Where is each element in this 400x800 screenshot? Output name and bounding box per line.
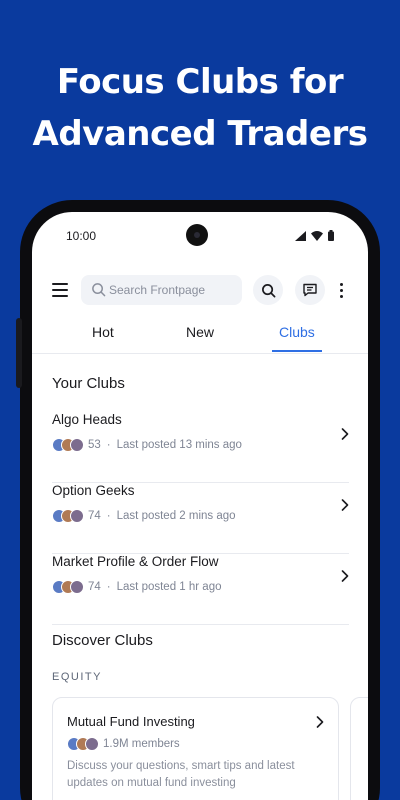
headline-line-1: Focus Clubs for [56, 62, 344, 102]
club-card[interactable]: Mutual Fund Investing 1.9M members Discu… [52, 697, 339, 800]
avatar [85, 737, 99, 751]
member-avatars [52, 438, 86, 452]
card-title: Mutual Fund Investing [67, 714, 195, 729]
club-meta: 74 · Last posted 2 mins ago [52, 508, 236, 524]
member-avatars [67, 737, 101, 751]
chevron-right-icon [341, 570, 349, 582]
status-bar: 10:00 [32, 212, 368, 260]
search-button[interactable] [253, 275, 283, 305]
card-members: 1.9M members [67, 737, 180, 751]
wifi-icon [311, 230, 323, 241]
discover-clubs-heading: Discover Clubs [52, 632, 153, 649]
search-icon [261, 283, 275, 297]
signal-icon [295, 230, 306, 241]
phone-screen: 10:00 Hot New Clubs Your Clubs [32, 212, 368, 800]
last-posted: Last posted 1 hr ago [116, 581, 222, 593]
member-count: 53 [88, 439, 101, 451]
avatar [70, 438, 84, 452]
search-bar[interactable] [81, 275, 242, 305]
club-row[interactable]: Option Geeks 74 · Last posted 2 mins ago [52, 483, 349, 554]
member-count: 74 [88, 510, 101, 522]
club-row[interactable]: Algo Heads 53 · Last posted 13 mins ago [52, 412, 349, 483]
top-app-bar [32, 274, 368, 306]
club-name: Option Geeks [52, 483, 135, 498]
kebab-icon[interactable] [338, 282, 346, 300]
club-card-next[interactable] [350, 697, 368, 800]
tab-clubs[interactable]: Clubs [279, 324, 315, 340]
promo-headline: Focus Clubs for Advanced Traders [0, 56, 400, 160]
search-input[interactable] [109, 275, 237, 305]
chat-icon [303, 283, 317, 297]
last-posted: Last posted 13 mins ago [116, 439, 242, 451]
member-count: 1.9M members [103, 738, 180, 750]
member-count: 74 [88, 581, 101, 593]
headline-line-2: Advanced Traders [32, 114, 368, 154]
club-meta: 74 · Last posted 1 hr ago [52, 579, 222, 595]
battery-icon [328, 230, 334, 241]
tab-bar: Hot New Clubs [32, 316, 368, 354]
your-clubs-heading: Your Clubs [52, 375, 125, 392]
club-row[interactable]: Market Profile & Order Flow 74 · Last po… [52, 554, 349, 625]
avatar [70, 509, 84, 523]
avatar [70, 580, 84, 594]
member-avatars [52, 580, 86, 594]
status-icons [295, 230, 334, 241]
status-time: 10:00 [66, 229, 97, 243]
club-name: Algo Heads [52, 412, 122, 427]
club-meta: 53 · Last posted 13 mins ago [52, 437, 242, 453]
chat-button[interactable] [295, 275, 325, 305]
tab-hot[interactable]: Hot [92, 324, 114, 340]
category-label: EQUITY [52, 671, 102, 683]
hamburger-icon[interactable] [52, 283, 68, 297]
club-name: Market Profile & Order Flow [52, 554, 219, 569]
last-posted: Last posted 2 mins ago [116, 510, 236, 522]
chevron-right-icon [341, 428, 349, 440]
active-tab-indicator [272, 350, 322, 352]
tab-new[interactable]: New [186, 324, 214, 340]
chevron-right-icon [316, 716, 324, 728]
search-icon [92, 283, 106, 297]
chevron-right-icon [341, 499, 349, 511]
meta-separator: · [106, 581, 111, 593]
card-description: Discuss your questions, smart tips and l… [67, 760, 295, 789]
front-camera [186, 224, 208, 246]
meta-separator: · [106, 510, 111, 522]
meta-separator: · [106, 439, 111, 451]
member-avatars [52, 509, 86, 523]
phone-side-button [16, 318, 22, 388]
